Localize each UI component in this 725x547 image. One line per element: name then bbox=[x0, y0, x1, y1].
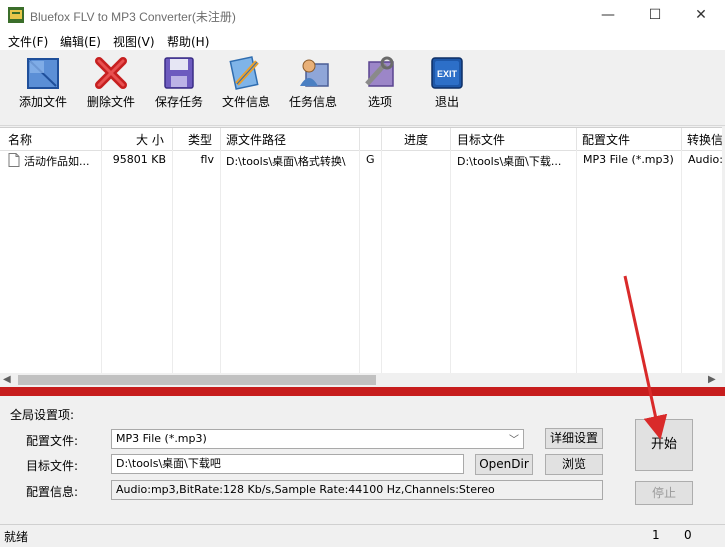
minimize-button[interactable]: — bbox=[585, 0, 631, 30]
document-pencil-icon bbox=[229, 56, 259, 90]
grid-line bbox=[381, 150, 382, 374]
column-divider[interactable] bbox=[220, 128, 221, 150]
column-convert-info[interactable]: 转换信 bbox=[687, 131, 722, 148]
grid-line bbox=[172, 150, 173, 374]
cell-type: flv bbox=[200, 153, 214, 166]
status-count-total: 1 bbox=[652, 528, 660, 542]
app-icon bbox=[8, 7, 24, 23]
task-info-label: 任务信息 bbox=[288, 95, 337, 109]
profile-select[interactable]: MP3 File (*.mp3) bbox=[111, 429, 524, 449]
cell-source: D:\tools\桌面\格式转换\ bbox=[226, 155, 346, 168]
floppy-disk-icon bbox=[164, 57, 194, 89]
cell-extra: G bbox=[366, 153, 375, 166]
grid-line bbox=[576, 150, 577, 374]
window-title: Bluefox FLV to MP3 Converter(未注册) bbox=[30, 10, 236, 24]
cell-size: 95801 KB bbox=[112, 153, 166, 166]
column-divider[interactable] bbox=[450, 128, 451, 150]
chevron-down-icon[interactable]: ﹀ bbox=[509, 431, 519, 446]
grid-line bbox=[681, 150, 682, 374]
file-info-button[interactable]: 文件信息 bbox=[213, 56, 279, 120]
grid-line bbox=[450, 150, 451, 374]
column-name[interactable]: 名称 bbox=[8, 131, 32, 148]
save-task-label: 保存任务 bbox=[154, 95, 203, 109]
options-label: 选项 bbox=[367, 95, 392, 109]
column-divider[interactable] bbox=[359, 128, 360, 150]
menu-edit[interactable]: 编辑(E) bbox=[60, 33, 101, 50]
scrollbar-thumb[interactable] bbox=[18, 375, 376, 385]
column-source-path[interactable]: 源文件路径 bbox=[226, 131, 286, 148]
exit-button[interactable]: EXIT 退出 bbox=[414, 56, 480, 120]
save-task-button[interactable]: 保存任务 bbox=[146, 56, 212, 120]
scroll-left-icon[interactable]: ◀ bbox=[3, 374, 11, 385]
column-type[interactable]: 类型 bbox=[188, 131, 212, 148]
column-divider[interactable] bbox=[681, 128, 682, 150]
profile-label: 配置文件: bbox=[26, 434, 79, 448]
menu-view[interactable]: 视图(V) bbox=[113, 33, 155, 50]
profile-select-value: MP3 File (*.mp3) bbox=[116, 432, 207, 445]
grid-line bbox=[220, 150, 221, 374]
grid-line bbox=[359, 150, 360, 374]
file-info-label: 文件信息 bbox=[221, 95, 270, 109]
cell-info: Audio:r bbox=[688, 153, 722, 166]
delete-file-label: 删除文件 bbox=[86, 95, 135, 109]
add-file-icon bbox=[27, 58, 59, 89]
column-divider[interactable] bbox=[576, 128, 577, 150]
menu-help[interactable]: 帮助(H) bbox=[167, 33, 209, 50]
cell-name: 活动作品如... bbox=[24, 155, 90, 168]
add-file-button[interactable]: 添加文件 bbox=[10, 56, 76, 120]
target-label: 目标文件: bbox=[26, 459, 79, 473]
delete-file-button[interactable]: 删除文件 bbox=[78, 56, 144, 120]
global-settings-label: 全局设置项: bbox=[10, 408, 75, 422]
tools-icon bbox=[365, 56, 394, 87]
cell-target: D:\tools\桌面\下载... bbox=[457, 155, 562, 168]
exit-icon-text: EXIT bbox=[437, 69, 458, 79]
status-count-done: 0 bbox=[684, 528, 692, 542]
exit-icon: EXIT bbox=[431, 57, 463, 89]
profile-info-label: 配置信息: bbox=[26, 485, 79, 499]
close-button[interactable]: ✕ bbox=[678, 0, 724, 30]
stop-button[interactable]: 停止 bbox=[635, 481, 693, 505]
scroll-right-icon[interactable]: ▶ bbox=[708, 374, 716, 385]
profile-info-field: Audio:mp3,BitRate:128 Kb/s,Sample Rate:4… bbox=[111, 480, 603, 500]
user-task-icon bbox=[300, 59, 329, 87]
column-target[interactable]: 目标文件 bbox=[457, 131, 505, 148]
column-divider[interactable] bbox=[381, 128, 382, 150]
options-button[interactable]: 选项 bbox=[347, 56, 413, 120]
maximize-button[interactable]: ☐ bbox=[632, 0, 678, 30]
delete-x-icon bbox=[95, 57, 127, 89]
task-info-button[interactable]: 任务信息 bbox=[280, 56, 346, 120]
column-divider[interactable] bbox=[172, 128, 173, 150]
column-divider[interactable] bbox=[101, 128, 102, 150]
file-icon bbox=[8, 153, 20, 170]
grid-line bbox=[101, 150, 102, 374]
browse-button[interactable]: 浏览 bbox=[545, 454, 603, 475]
target-path-input[interactable]: D:\tools\桌面\下载吧 bbox=[111, 454, 464, 474]
column-progress[interactable]: 进度 bbox=[404, 131, 428, 148]
status-text: 就绪 bbox=[4, 530, 29, 544]
opendir-button[interactable]: OpenDir bbox=[475, 454, 533, 475]
cell-profile: MP3 File (*.mp3) bbox=[583, 153, 674, 166]
add-file-label: 添加文件 bbox=[18, 95, 67, 109]
column-profile[interactable]: 配置文件 bbox=[582, 131, 630, 148]
status-bar bbox=[0, 524, 725, 547]
column-size[interactable]: 大 小 bbox=[136, 131, 164, 148]
menu-file[interactable]: 文件(F) bbox=[8, 33, 48, 50]
detail-settings-button[interactable]: 详细设置 bbox=[545, 428, 603, 449]
exit-label: 退出 bbox=[434, 95, 459, 109]
annotation-arrow-icon bbox=[623, 275, 668, 440]
menu-bar bbox=[0, 30, 725, 50]
